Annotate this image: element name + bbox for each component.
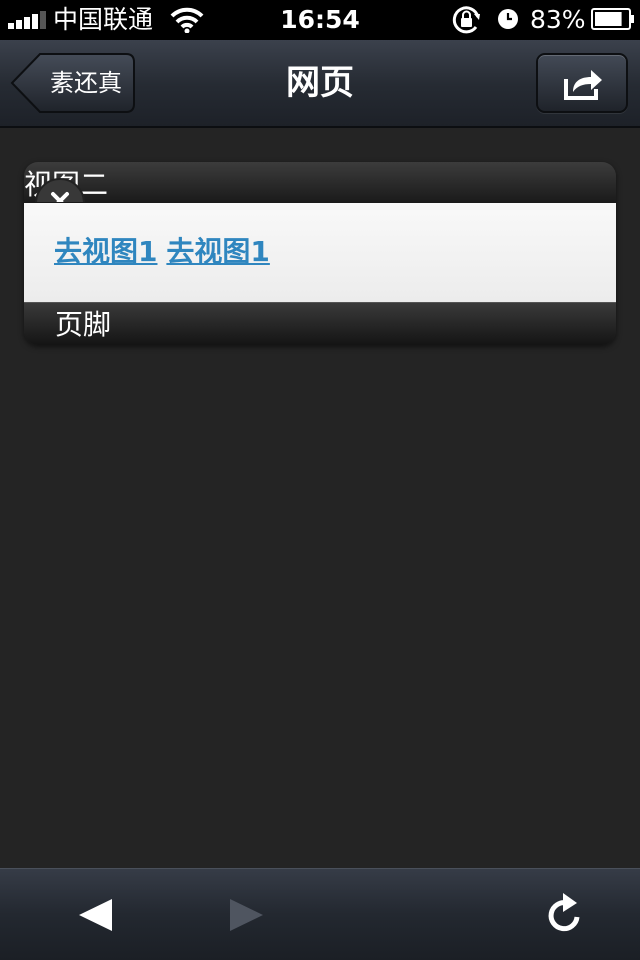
panel-footer: 页脚 [24, 302, 616, 345]
panel-content: 去视图1 去视图1 [24, 203, 616, 302]
panel-footer-title: 页脚 [55, 308, 112, 341]
share-icon [564, 70, 602, 100]
page-title: 网页 [286, 63, 354, 103]
go-to-view-1-link[interactable]: 去视图1 [54, 235, 157, 268]
signal-bars-icon [8, 11, 46, 29]
carrier-name: 中国联通 [53, 5, 154, 34]
back-arrow-icon [79, 899, 112, 931]
browser-forward-button[interactable] [218, 887, 274, 943]
reload-button[interactable] [536, 887, 592, 943]
alarm-icon [498, 9, 518, 29]
battery-icon [591, 8, 634, 30]
wifi-icon [170, 7, 204, 33]
popup-panel: 视图二 去视图1 去视图1 页脚 [24, 162, 616, 345]
battery-percentage: 83% [530, 5, 586, 34]
forward-arrow-icon [230, 899, 263, 931]
link-row: 去视图1 去视图1 [54, 232, 270, 272]
navigation-bar: 素还真 网页 [0, 40, 640, 128]
browser-back-button[interactable] [68, 887, 124, 943]
clock-time: 16:54 [280, 5, 360, 34]
reload-icon [548, 893, 580, 932]
screen: 中国联通 16:54 83% 素还真 网页 去视图1 去视图1 页脚 [0, 0, 640, 960]
go-to-view-1-link-2[interactable]: 去视图1 [166, 235, 269, 268]
panel-header: 视图二 [24, 162, 616, 203]
status-bar: 中国联通 16:54 83% [0, 0, 640, 40]
back-button-label: 素还真 [50, 69, 122, 97]
rotation-lock-icon [452, 6, 480, 34]
share-button[interactable] [536, 53, 628, 113]
back-button[interactable]: 素还真 [10, 52, 136, 114]
bottom-toolbar [0, 868, 640, 960]
